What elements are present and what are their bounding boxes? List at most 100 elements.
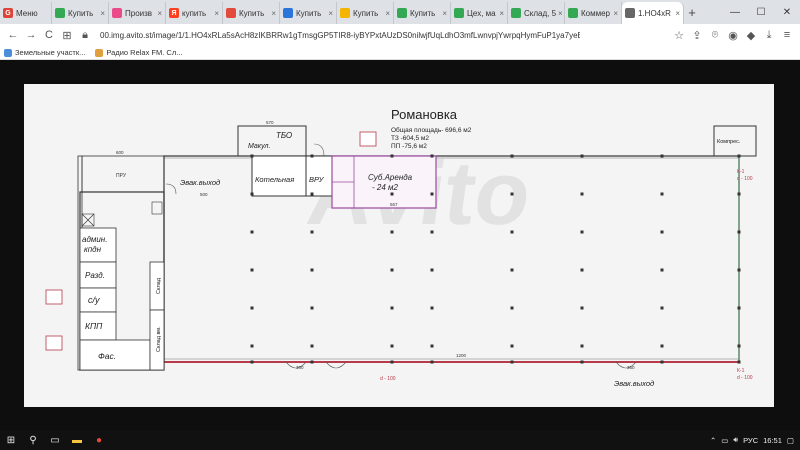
structural-column [510, 344, 514, 348]
close-window-button[interactable]: ✕ [774, 0, 800, 24]
room-admin-line2: кпдн [84, 245, 102, 254]
system-tray: ⌃ ▭ 🔊︎ РУС 16:51 ▢ [705, 435, 800, 445]
tab-label: купить [182, 8, 207, 18]
hydrant-tag-left1 [45, 289, 63, 305]
tab-close-icon[interactable]: × [440, 9, 447, 18]
tab-close-icon[interactable]: × [212, 9, 219, 18]
browser-tab[interactable]: Купить × [52, 2, 109, 24]
tab-close-icon[interactable]: × [556, 9, 563, 18]
tab-close-icon[interactable]: × [98, 9, 105, 18]
area-tz: ТЗ -604,5 м2 [391, 135, 429, 142]
tab-label: Купить [296, 8, 322, 18]
structural-column [250, 154, 254, 158]
bookmark-item[interactable]: Радио Relax FM. Сл... [95, 48, 182, 57]
plan-title: Романовка [391, 107, 458, 122]
browser-tab[interactable]: 1.HO4xR × [622, 2, 684, 24]
structural-column [250, 230, 254, 234]
reload-icon[interactable]: C [40, 26, 58, 44]
back-icon[interactable]: ← [4, 26, 22, 44]
tray-time[interactable]: 16:51 [763, 436, 782, 445]
browser-tab[interactable]: Купить × [337, 2, 394, 24]
browser-tab[interactable]: Склад, 5 × [508, 2, 565, 24]
room-sklad-vm-label: Склад вм. [156, 326, 162, 352]
structural-column [250, 360, 254, 364]
bookmark-label: Земельные участк... [15, 48, 86, 57]
tab-close-icon[interactable]: × [497, 9, 504, 18]
apps-grid-icon[interactable]: ⊞ [58, 26, 76, 44]
tab-label: Купить [239, 8, 265, 18]
structural-column [430, 154, 434, 158]
start-icon[interactable]: ⊞ [0, 430, 22, 450]
hydrant-tag-top [359, 131, 377, 147]
tab-close-icon[interactable]: × [383, 9, 390, 18]
file-explorer-icon[interactable]: ▬ [66, 430, 88, 450]
bookmark-item[interactable]: Земельные участк... [4, 48, 85, 57]
structural-column [310, 154, 314, 158]
structural-column [660, 268, 664, 272]
download-icon[interactable]: ⤓ [760, 26, 778, 44]
tab-close-icon[interactable]: × [269, 9, 276, 18]
browser-tab[interactable]: Цех, ма × [451, 2, 508, 24]
structural-column [510, 230, 514, 234]
structural-column [310, 230, 314, 234]
structural-column [390, 154, 394, 158]
lock-icon: 🔒︎ [82, 28, 88, 41]
structural-column [660, 192, 664, 196]
menu-icon[interactable]: ≡ [778, 26, 796, 44]
browser-taskbar-icon[interactable]: ● [88, 430, 110, 450]
address-bar[interactable]: 00.img.avito.st/image/1/1.HO4xRLa5sAcH8z… [100, 31, 580, 40]
tray-chevron-icon[interactable]: ⌃ [710, 436, 716, 445]
notifications-icon[interactable]: ▢ [787, 436, 794, 445]
vpn-icon[interactable]: ◉ [724, 26, 742, 44]
structural-column [660, 344, 664, 348]
tab-label: Купить [353, 8, 379, 18]
tab-favicon-icon [511, 8, 521, 18]
structural-column [250, 344, 254, 348]
door-arc-left [165, 183, 177, 195]
browser-tab[interactable]: Купить × [223, 2, 280, 24]
network-icon[interactable]: ▭ [721, 436, 728, 445]
task-view-icon[interactable]: ▭ [44, 430, 66, 450]
tab-close-icon[interactable]: × [611, 9, 618, 18]
search-icon[interactable]: ⚲ [22, 430, 44, 450]
new-tab-button[interactable]: + [684, 2, 700, 24]
room-kotelnaya-label: Котельная [255, 175, 294, 184]
tab-favicon-icon [625, 8, 635, 18]
dim-570: 570 [266, 120, 274, 125]
browser-tab[interactable]: Коммер × [565, 2, 622, 24]
room-tbo-label: ТБО [276, 131, 292, 140]
tray-lang[interactable]: РУС [743, 436, 758, 445]
structural-column [250, 306, 254, 310]
tab-label: Коммер [581, 8, 611, 18]
tab-close-icon[interactable]: × [155, 9, 162, 18]
tab-favicon-icon [283, 8, 293, 18]
maximize-button[interactable]: ☐ [748, 0, 774, 24]
structural-column [737, 344, 741, 348]
structural-column [660, 306, 664, 310]
browser-tab[interactable]: G Меню [0, 2, 52, 24]
tab-label: Купить [68, 8, 94, 18]
tab-favicon-icon [112, 8, 122, 18]
extension-icon[interactable]: ◆ [742, 26, 760, 44]
tab-close-icon[interactable]: × [326, 9, 333, 18]
browser-tab[interactable]: Якупить × [166, 2, 223, 24]
structural-column [737, 230, 741, 234]
tab-close-icon[interactable]: × [673, 9, 680, 18]
tab-label: Купить [410, 8, 436, 18]
share-icon[interactable]: ⇪ [688, 26, 706, 44]
structural-column [310, 306, 314, 310]
bookmark-label: Радио Relax FM. Сл... [106, 48, 183, 57]
structural-column [390, 360, 394, 364]
browser-tab[interactable]: Произв × [109, 2, 166, 24]
structural-column [430, 192, 434, 196]
structural-column [310, 192, 314, 196]
structural-column [737, 360, 741, 364]
forward-icon[interactable]: → [22, 26, 40, 44]
floor-plan: Avito Романовка Общая площадь- 696,6 м2 … [24, 84, 774, 407]
camera-icon[interactable]: ⌾ [706, 26, 724, 44]
minimize-button[interactable]: — [722, 0, 748, 24]
browser-tab[interactable]: Купить × [280, 2, 337, 24]
browser-tab[interactable]: Купить × [394, 2, 451, 24]
volume-icon[interactable]: 🔊︎ [733, 435, 738, 445]
bookmark-star-icon[interactable]: ☆ [670, 26, 688, 44]
